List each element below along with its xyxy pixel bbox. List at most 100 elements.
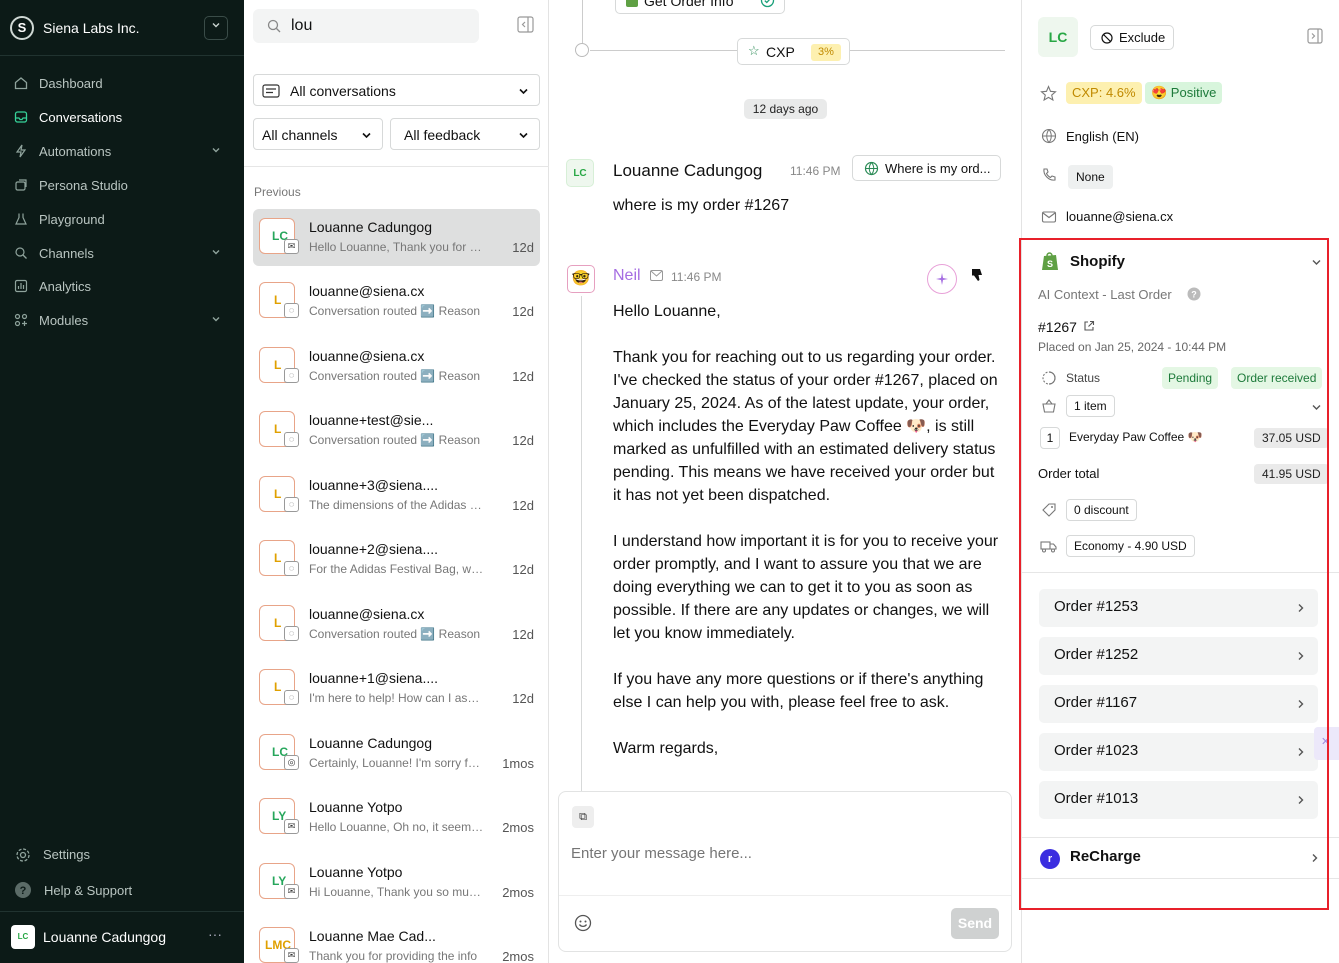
conversation-item[interactable]: LC ✉ Louanne Cadungog Hello Louanne, Thank … — [253, 209, 540, 266]
more-icon[interactable]: ··· — [208, 926, 222, 942]
conversation-item[interactable]: LC ◎ Louanne Cadungog Certainly, Louanne! I… — [253, 725, 540, 782]
conversation-item[interactable]: L ◌ louanne+2@siena.... For the Adidas Fest… — [253, 531, 540, 588]
conversation-item[interactable]: L ◌ louanne+test@sie... Conversation routed… — [253, 402, 540, 459]
org-logo: S — [10, 16, 34, 40]
sidebar-item-playground[interactable]: Playground — [0, 204, 244, 234]
order-row-1023[interactable]: Order #1023 — [1039, 733, 1318, 771]
cxp-value-badge: 3% — [811, 44, 841, 61]
exclude-button[interactable]: Exclude — [1090, 25, 1174, 50]
conversation-item[interactable]: LY ✉ Louanne Yotpo Hi Louanne, Thank you so… — [253, 854, 540, 911]
sidebar-item-analytics[interactable]: Analytics — [0, 271, 244, 301]
conversation-item[interactable]: L ◌ louanne@siena.cx Conversation routed ➡️… — [253, 596, 540, 653]
truck-icon — [1040, 541, 1057, 553]
conversation-age: 1mos — [502, 756, 534, 771]
sidebar-item-label: Help & Support — [44, 883, 133, 898]
sidebar-item-help[interactable]: ? Help & Support — [0, 875, 244, 905]
ai-sparkle-button[interactable] — [927, 264, 957, 294]
sidebar-item-conversations[interactable]: Conversations — [0, 102, 244, 132]
org-dropdown-button[interactable] — [204, 16, 228, 40]
sidebar-item-settings[interactable]: Settings — [0, 839, 244, 869]
action-chip-get-order-info[interactable]: Get Order Info — [615, 0, 785, 14]
copy-icon[interactable]: ⧉ — [572, 806, 594, 828]
chevron-right-icon — [1298, 748, 1304, 756]
divider — [1022, 572, 1339, 573]
conversation-item[interactable]: LY ✉ Louanne Yotpo Hello Louanne, Oh no, it… — [253, 789, 540, 846]
thumbs-down-icon[interactable] — [970, 268, 984, 282]
status-icon — [1042, 371, 1056, 385]
conversation-item[interactable]: L ◌ louanne+1@siena.... I'm here to help! H… — [253, 660, 540, 717]
order-row-1252[interactable]: Order #1252 — [1039, 637, 1318, 675]
divider — [1022, 878, 1339, 879]
search-bar[interactable]: lou — [253, 9, 479, 43]
order-row-1013[interactable]: Order #1013 — [1039, 781, 1318, 819]
email-channel-icon: ✉ — [284, 948, 299, 963]
chevron-down-icon — [212, 148, 220, 153]
basket-icon — [1042, 399, 1056, 413]
feedback-filter-dropdown[interactable]: All feedback — [390, 118, 540, 150]
phone-value: None — [1068, 165, 1113, 189]
sidebar-item-automations[interactable]: Automations — [0, 136, 244, 166]
org-switcher[interactable]: S Siena Labs Inc. — [0, 0, 244, 56]
conversation-preview: I'm here to help! How can I assist you — [309, 691, 485, 705]
thread-line — [581, 296, 582, 791]
items-count-tag: 1 item — [1066, 395, 1115, 417]
star-icon[interactable] — [1040, 85, 1057, 102]
collapse-panel-icon[interactable] — [1307, 28, 1323, 44]
chip-label: Where is my ord... — [885, 161, 991, 176]
message-time: 11:46 PM — [790, 164, 841, 178]
send-button[interactable]: Send — [951, 908, 999, 939]
chevron-right-icon — [1312, 854, 1318, 862]
order-row-1253[interactable]: Order #1253 — [1039, 589, 1318, 627]
language-value: English (EN) — [1066, 129, 1139, 144]
conversation-age: 2mos — [502, 885, 534, 900]
chevron-down-icon[interactable] — [1311, 402, 1322, 413]
sidebar-item-persona-studio[interactable]: Persona Studio — [0, 170, 244, 200]
help-icon[interactable]: ? — [1187, 287, 1201, 301]
channels-filter-dropdown[interactable]: All channels — [253, 118, 383, 150]
filter-label: All feedback — [404, 127, 481, 143]
external-link-icon[interactable] — [1083, 320, 1095, 332]
message-input[interactable] — [571, 842, 991, 864]
conversation-preview: Hello Louanne, Thank you for reaching ou… — [309, 240, 485, 254]
conversation-preview: Hello Louanne, Oh no, it seems that — [309, 820, 485, 834]
collapse-panel-icon[interactable] — [517, 16, 534, 33]
svg-text:?: ? — [1191, 290, 1197, 300]
chevron-right-icon — [1298, 796, 1304, 804]
conversation-age: 12d — [512, 627, 534, 642]
side-toggle-tab[interactable]: ✕ — [1314, 727, 1339, 760]
order-total-label: Order total — [1038, 466, 1100, 481]
conversations-filter-dropdown[interactable]: All conversations — [253, 74, 540, 106]
emoji-icon[interactable] — [574, 914, 592, 932]
conversation-item[interactable]: LMC ✉ Louanne Mae Cad... Thank you for prov… — [253, 918, 540, 963]
app-window: S Siena Labs Inc. Dashboard Conversation… — [0, 0, 1339, 963]
sidebar-item-label: Playground — [39, 212, 105, 227]
status-label: Status — [1066, 371, 1101, 385]
sidebar-item-channels[interactable]: Channels — [0, 238, 244, 268]
conversation-item[interactable]: L ◌ louanne+3@siena.... The dimensions of t… — [253, 467, 540, 524]
conversation-age: 12d — [512, 433, 534, 448]
current-user[interactable]: LC Louanne Cadungog ··· — [0, 911, 244, 963]
intent-chip[interactable]: Where is my ord... — [852, 155, 1001, 181]
sidebar-item-label: Channels — [39, 246, 94, 261]
globe-icon — [864, 161, 879, 176]
chevron-down-icon[interactable] — [1311, 257, 1322, 268]
sidebar: S Siena Labs Inc. Dashboard Conversation… — [0, 0, 244, 963]
conversation-preview: Conversation routed ➡️ Reason — [309, 433, 481, 447]
bolt-icon — [15, 144, 27, 158]
sidebar-item-modules[interactable]: Modules — [0, 305, 244, 335]
search-input[interactable]: lou — [291, 17, 312, 35]
message-sender: Neil — [613, 267, 641, 284]
sidebar-item-dashboard[interactable]: Dashboard — [0, 68, 244, 98]
customer-message-text: where is my order #1267 — [613, 197, 790, 214]
persona-icon — [15, 179, 27, 191]
order-row-1167[interactable]: Order #1167 — [1039, 685, 1318, 723]
chat-channel-icon: ◌ — [284, 497, 299, 512]
conversation-age: 12d — [512, 240, 534, 255]
recharge-section[interactable]: r ReCharge — [1022, 838, 1328, 878]
conversation-name: louanne+2@siena.... — [309, 541, 439, 557]
conversation-item[interactable]: L ◌ louanne@siena.cx Conversation routed ➡️… — [253, 338, 540, 395]
order-number: #1267 — [1038, 319, 1077, 335]
cxp-chip[interactable]: ☆ CXP 3% — [737, 38, 850, 65]
chat-channel-icon: ◌ — [284, 561, 299, 576]
conversation-item[interactable]: L ◌ louanne@siena.cx Conversation routed ➡️… — [253, 273, 540, 330]
